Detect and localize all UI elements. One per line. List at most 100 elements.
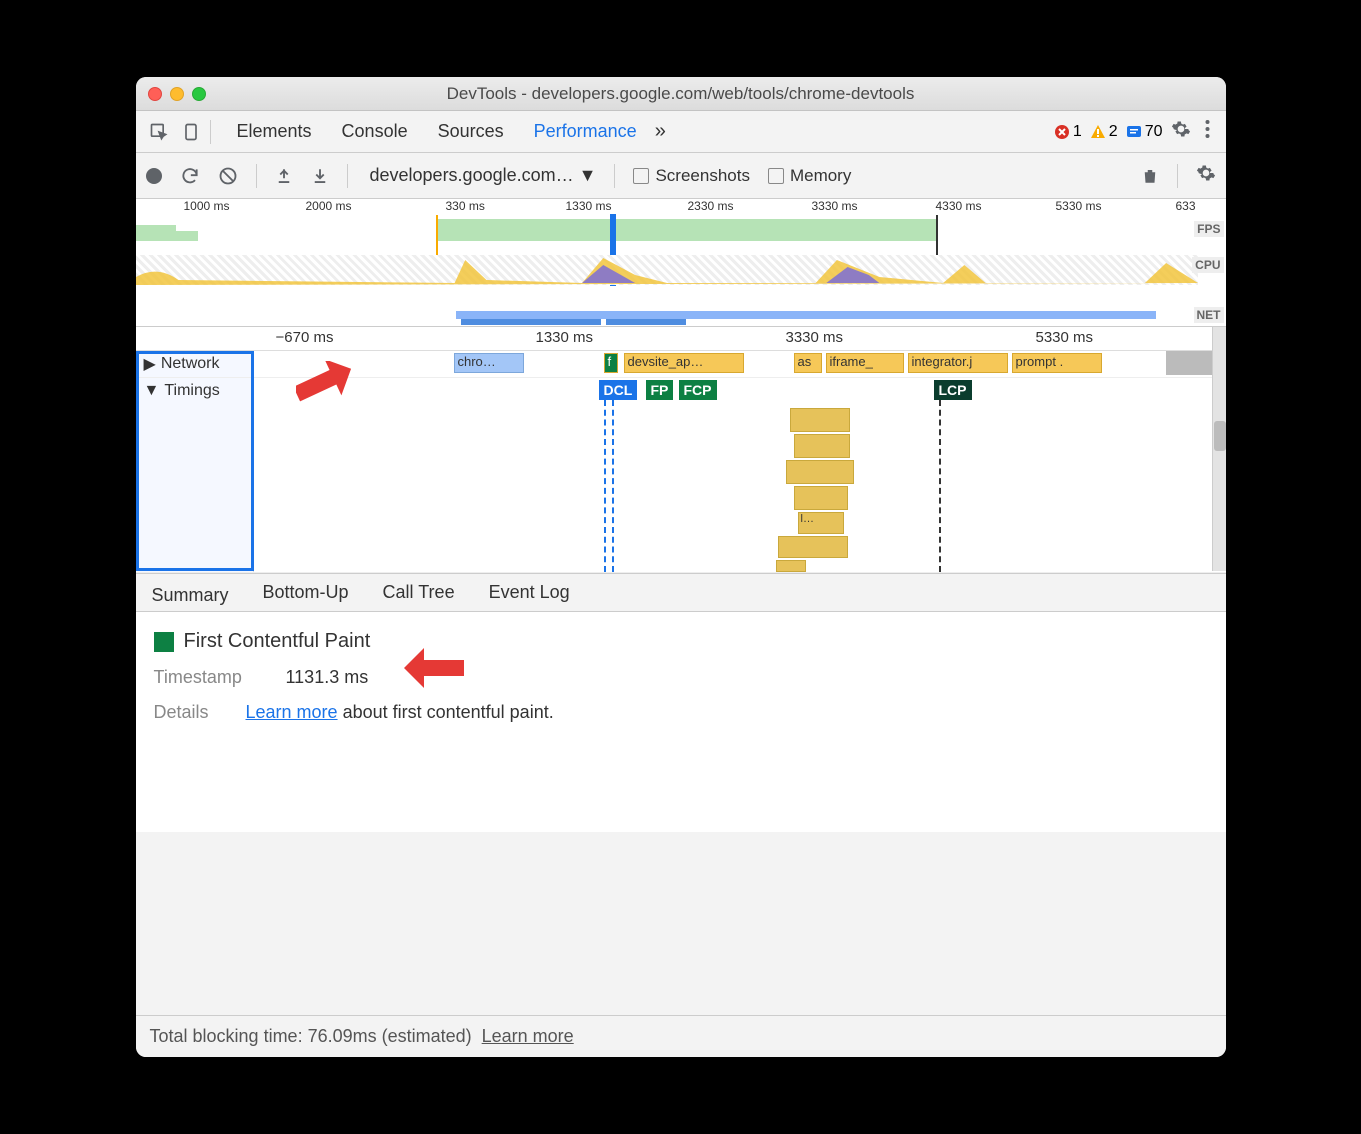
overview-ruler: 1000 ms 2000 ms 330 ms 1330 ms 2330 ms 3… — [136, 199, 1226, 217]
timeline-overview[interactable]: 1000 ms 2000 ms 330 ms 1330 ms 2330 ms 3… — [136, 199, 1226, 327]
tab-summary[interactable]: Summary — [150, 579, 231, 615]
timestamp-label: Timestamp — [154, 667, 264, 688]
panel-tabs: Elements Console Sources Performance » 1… — [136, 111, 1226, 153]
settings-gear-icon[interactable] — [1171, 119, 1191, 145]
dcl-line — [604, 400, 606, 572]
network-request[interactable]: as — [794, 353, 822, 373]
ov-tick: 633 — [1176, 199, 1196, 213]
network-request[interactable]: devsite_ap… — [624, 353, 744, 373]
devtools-window: DevTools - developers.google.com/web/too… — [136, 77, 1226, 1057]
footer-bar: Total blocking time: 76.09ms (estimated)… — [136, 1015, 1226, 1057]
paint-swatch-icon — [154, 632, 174, 652]
separator — [210, 120, 211, 144]
more-tabs-chevron-icon[interactable]: » — [655, 120, 666, 143]
timings-track-header[interactable]: ▼ Timings — [136, 378, 254, 572]
memory-checkbox[interactable]: Memory — [768, 166, 851, 186]
recording-selector[interactable]: developers.google.com… ▼ — [370, 165, 597, 186]
ruler-tick: 1330 ms — [536, 329, 594, 346]
empty-area — [136, 832, 1226, 1016]
ov-tick: 1330 ms — [566, 199, 612, 213]
tab-sources[interactable]: Sources — [436, 113, 506, 150]
flame-ruler[interactable]: −670 ms 1330 ms 3330 ms 5330 ms — [136, 327, 1226, 351]
long-task[interactable]: l… — [798, 512, 844, 534]
summary-pane: First Contentful Paint Timestamp 1131.3 … — [136, 612, 1226, 832]
tab-elements[interactable]: Elements — [235, 113, 314, 150]
vertical-scrollbar[interactable] — [1212, 351, 1226, 571]
ov-tick: 5330 ms — [1056, 199, 1102, 213]
traffic-lights — [148, 87, 206, 101]
horizontal-scrollbar[interactable] — [1212, 327, 1226, 351]
network-request[interactable]: f — [604, 353, 618, 373]
clear-button[interactable] — [218, 166, 238, 186]
tab-call-tree[interactable]: Call Tree — [381, 576, 457, 609]
tab-console[interactable]: Console — [340, 113, 410, 150]
fp-line — [612, 400, 614, 572]
details-text: about first contentful paint. — [343, 702, 554, 722]
ov-tick: 330 ms — [446, 199, 485, 213]
overview-cpu-lane — [136, 255, 1198, 285]
tab-bottom-up[interactable]: Bottom-Up — [261, 576, 351, 609]
dcl-marker[interactable]: DCL — [599, 380, 638, 400]
separator — [614, 164, 615, 188]
disclosure-right-icon: ▶ — [144, 354, 156, 374]
save-profile-icon[interactable] — [311, 166, 329, 186]
kebab-menu-icon[interactable] — [1199, 120, 1216, 143]
garbage-collect-icon[interactable] — [1141, 166, 1159, 186]
learn-more-link[interactable]: Learn more — [246, 702, 338, 722]
capture-settings-gear-icon[interactable] — [1196, 163, 1216, 189]
network-track-label: Network — [161, 355, 220, 373]
close-window-button[interactable] — [148, 87, 162, 101]
timestamp-row: Timestamp 1131.3 ms — [154, 667, 1208, 688]
long-task[interactable] — [794, 434, 850, 458]
tab-event-log[interactable]: Event Log — [487, 576, 572, 609]
checkbox-icon — [768, 168, 784, 184]
fp-marker[interactable]: FP — [646, 380, 674, 400]
issues-group: 1 2 70 — [1054, 119, 1216, 145]
long-task[interactable] — [786, 460, 854, 484]
memory-label: Memory — [790, 166, 851, 186]
screenshots-checkbox[interactable]: Screenshots — [633, 166, 750, 186]
long-task[interactable] — [776, 560, 806, 572]
annotation-arrow-icon — [404, 648, 464, 698]
network-track-content: chro… f devsite_ap… as iframe_ integrato… — [254, 351, 1226, 375]
ov-tick: 2000 ms — [306, 199, 352, 213]
warning-icon — [1090, 124, 1106, 140]
tab-list: Elements Console Sources Performance — [235, 113, 639, 150]
fcp-marker[interactable]: FCP — [679, 380, 717, 400]
inspect-element-icon[interactable] — [146, 119, 172, 145]
checkbox-icon — [633, 168, 649, 184]
network-request[interactable]: iframe_ — [826, 353, 904, 373]
long-task[interactable] — [794, 486, 848, 510]
minimize-window-button[interactable] — [170, 87, 184, 101]
net-lane-label: NET — [1194, 307, 1224, 323]
error-count: 1 — [1073, 123, 1082, 141]
cpu-lane-label: CPU — [1192, 257, 1223, 273]
load-profile-icon[interactable] — [275, 166, 293, 186]
info-count: 70 — [1145, 123, 1163, 141]
network-track-header[interactable]: ▶ Network — [136, 351, 254, 377]
zoom-window-button[interactable] — [192, 87, 206, 101]
reload-record-button[interactable] — [180, 166, 200, 186]
network-request[interactable]: integrator.j — [908, 353, 1008, 373]
details-row: Details Learn more about first contentfu… — [154, 702, 1208, 723]
warning-badge[interactable]: 2 — [1090, 123, 1118, 141]
timings-track-content: DCL FP FCP LCP l… — [254, 378, 1226, 572]
tracks-area[interactable]: ▶ Network chro… f devsite_ap… as iframe_… — [136, 351, 1226, 574]
footer-learn-more-link[interactable]: Learn more — [482, 1026, 574, 1047]
separator — [1177, 164, 1178, 188]
ov-tick: 4330 ms — [936, 199, 982, 213]
lcp-marker[interactable]: LCP — [934, 380, 972, 400]
network-request[interactable]: chro… — [454, 353, 524, 373]
ov-tick: 3330 ms — [812, 199, 858, 213]
record-button[interactable] — [146, 168, 162, 184]
long-task[interactable] — [790, 408, 850, 432]
error-badge[interactable]: 1 — [1054, 123, 1082, 141]
overview-net-lane — [136, 307, 1198, 325]
network-request[interactable]: prompt . — [1012, 353, 1102, 373]
long-task[interactable] — [778, 536, 848, 558]
recording-name: developers.google.com… — [370, 165, 574, 185]
info-badge[interactable]: 70 — [1126, 123, 1163, 141]
ruler-tick: 5330 ms — [1036, 329, 1094, 346]
device-toggle-icon[interactable] — [178, 119, 204, 145]
ruler-tick: 3330 ms — [786, 329, 844, 346]
